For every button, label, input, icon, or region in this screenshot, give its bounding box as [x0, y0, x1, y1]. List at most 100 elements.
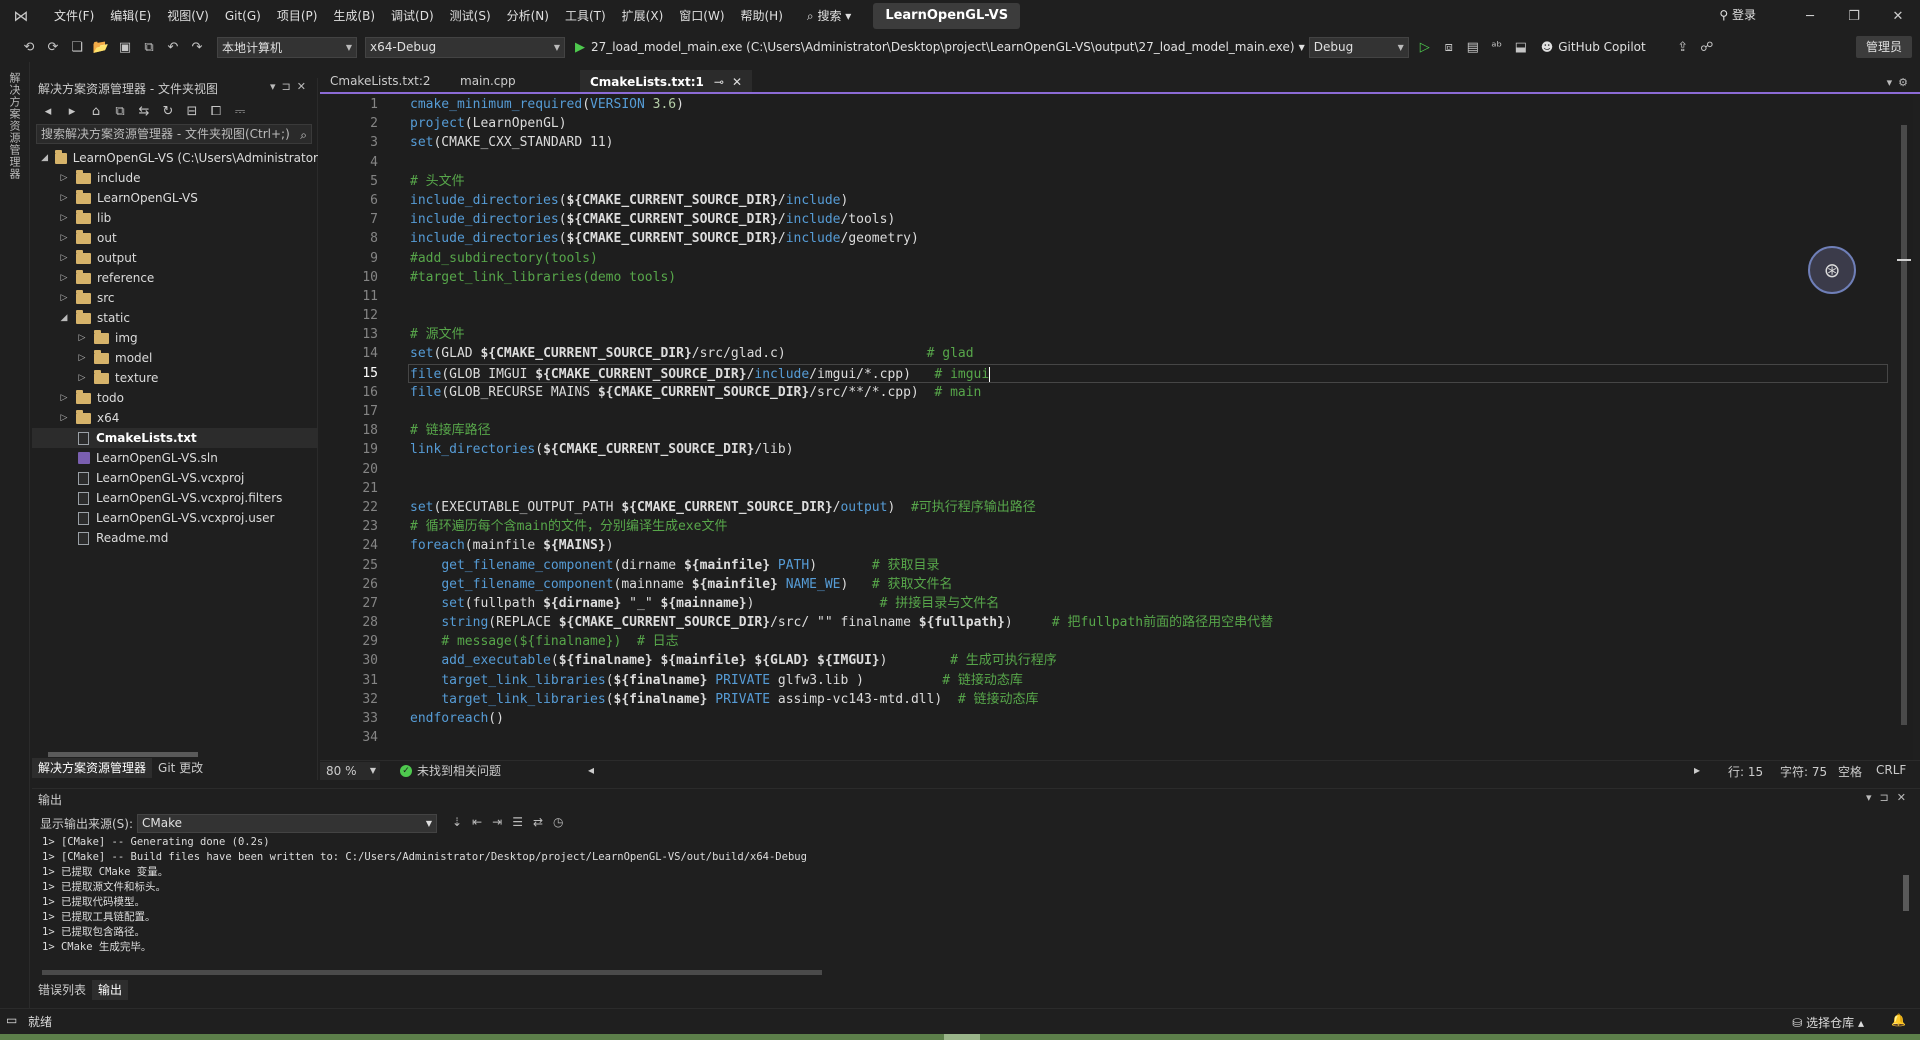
tab-error-list[interactable]: 错误列表: [32, 980, 92, 1000]
tree-item[interactable]: Readme.md: [32, 528, 318, 548]
chevron-right-icon[interactable]: ▷: [76, 353, 88, 363]
code-line[interactable]: include_directories(${CMAKE_CURRENT_SOUR…: [410, 191, 1890, 210]
menu-item[interactable]: 编辑(E): [102, 4, 159, 28]
scroll-thumb[interactable]: [1903, 875, 1909, 911]
undo-icon[interactable]: ↶: [162, 36, 184, 58]
start-without-debug-icon[interactable]: ▷: [1414, 36, 1436, 58]
code-line[interactable]: target_link_libraries(${finalname} PRIVA…: [410, 690, 1890, 709]
output-source-select[interactable]: CMake ▼: [137, 813, 438, 833]
scroll-right-icon[interactable]: ▸: [1694, 763, 1700, 777]
code-editor[interactable]: 1 2 3 4 5 6 7 8 9 10 11 12 13 14 15 16 17 18 19 20 21 22 23 24 2…: [320, 95, 1895, 760]
code-line[interactable]: file(GLOB_RECURSE MAINS ${CMAKE_CURRENT_…: [410, 383, 1890, 402]
menu-item[interactable]: 项目(P): [269, 4, 326, 28]
feedback-icon[interactable]: ☍: [1696, 36, 1718, 58]
collapse-all-icon[interactable]: ⊟: [181, 100, 203, 122]
find-message-icon[interactable]: ⇣: [452, 815, 462, 829]
refresh-icon[interactable]: ↻: [157, 100, 179, 122]
chevron-right-icon[interactable]: ▷: [58, 173, 70, 183]
code-line[interactable]: # 源文件: [410, 325, 1890, 344]
code-line[interactable]: # 链接库路径: [410, 421, 1890, 440]
output-vertical-scrollbar[interactable]: [1900, 835, 1912, 955]
tree-item[interactable]: CmakeLists.txt: [32, 428, 318, 448]
prev-message-icon[interactable]: ⇤: [472, 815, 482, 829]
code-line[interactable]: cmake_minimum_required(VERSION 3.6): [410, 95, 1890, 114]
home-icon[interactable]: ⌂: [85, 100, 107, 122]
tree-item[interactable]: ▷ out: [32, 228, 318, 248]
deploy-icon[interactable]: ⬓: [1510, 36, 1532, 58]
tab-output[interactable]: 输出: [92, 980, 129, 1000]
code-line[interactable]: set(fullpath ${dirname} "_" ${mainname})…: [410, 594, 1890, 613]
pin-icon[interactable]: ⊸: [714, 75, 724, 89]
spell-icon[interactable]: ᵃᵇ: [1486, 36, 1508, 58]
editor-vertical-scrollbar[interactable]: [1895, 95, 1913, 760]
tree-item[interactable]: ▷ todo: [32, 388, 318, 408]
chevron-right-icon[interactable]: ▷: [58, 213, 70, 223]
zoom-select[interactable]: 80 % ▼: [320, 761, 380, 780]
config-select[interactable]: Debug ▼: [1308, 36, 1409, 58]
chevron-right-icon[interactable]: ▷: [58, 393, 70, 403]
code-line[interactable]: set(EXECUTABLE_OUTPUT_PATH ${CMAKE_CURRE…: [410, 498, 1890, 517]
editor-tab[interactable]: CmakeLists.txt:1 ⊸ ✕: [580, 70, 753, 92]
login-button[interactable]: ⚲ 登录: [1719, 6, 1756, 23]
code-line[interactable]: [410, 306, 1890, 325]
code-line[interactable]: project(LearnOpenGL): [410, 114, 1890, 133]
scroll-left-icon[interactable]: ◂: [588, 763, 594, 777]
code-line[interactable]: include_directories(${CMAKE_CURRENT_SOUR…: [410, 210, 1890, 229]
copilot-button[interactable]: ☻ GitHub Copilot: [1541, 40, 1646, 54]
panel-window-controls[interactable]: ▾⊐✕: [270, 80, 312, 93]
tree-item[interactable]: LearnOpenGL-VS.vcxproj.user: [32, 508, 318, 528]
code-line[interactable]: string(REPLACE ${CMAKE_CURRENT_SOURCE_DI…: [410, 613, 1890, 632]
code-line[interactable]: target_link_libraries(${finalname} PRIVA…: [410, 671, 1890, 690]
column-indicator[interactable]: 字符: 75: [1780, 763, 1827, 780]
tree-item[interactable]: ▷ lib: [32, 208, 318, 228]
chevron-right-icon[interactable]: ▷: [58, 293, 70, 303]
output-horizontal-scrollbar[interactable]: [42, 967, 1892, 977]
close-icon[interactable]: ✕: [732, 75, 742, 89]
chevron-down-icon[interactable]: ◢: [58, 313, 70, 323]
line-indicator[interactable]: 行: 15: [1728, 763, 1763, 780]
tab-solution-explorer[interactable]: 解决方案资源管理器: [32, 758, 153, 778]
code-line[interactable]: link_directories(${CMAKE_CURRENT_SOURCE_…: [410, 440, 1890, 459]
code-line[interactable]: set(CMAKE_CXX_STANDARD 11): [410, 133, 1890, 152]
code-line[interactable]: [410, 460, 1890, 479]
tree-item[interactable]: ◢ LearnOpenGL-VS (C:\Users\Administrator: [32, 148, 318, 168]
indent-indicator[interactable]: 空格: [1838, 763, 1862, 780]
tree-item[interactable]: ▷ include: [32, 168, 318, 188]
menu-item[interactable]: 生成(B): [325, 4, 383, 28]
chevron-right-icon[interactable]: ▷: [58, 253, 70, 263]
code-line[interactable]: [410, 402, 1890, 421]
tree-item[interactable]: ▷ x64: [32, 408, 318, 428]
code-line[interactable]: #add_subdirectory(tools): [410, 249, 1890, 268]
open-folder-icon[interactable]: 📂: [90, 36, 112, 58]
restore-button[interactable]: ❐: [1832, 0, 1876, 32]
show-all-files-icon[interactable]: ⧠: [205, 100, 227, 122]
scroll-thumb[interactable]: [1901, 125, 1907, 725]
menu-item[interactable]: 工具(T): [557, 4, 614, 28]
code-line[interactable]: endforeach(): [410, 709, 1890, 728]
chevron-right-icon[interactable]: ▷: [76, 373, 88, 383]
save-all-icon[interactable]: ⧉: [138, 36, 160, 58]
notifications-bell-icon[interactable]: 🔔: [1891, 1013, 1906, 1027]
back-icon[interactable]: ◂: [37, 100, 59, 122]
search-button[interactable]: ⌕ 搜索 ▾: [799, 5, 859, 27]
menu-item[interactable]: 窗口(W): [671, 4, 732, 28]
chevron-right-icon[interactable]: ▷: [58, 413, 70, 423]
tree-item[interactable]: ▷ LearnOpenGL-VS: [32, 188, 318, 208]
code-line[interactable]: get_filename_component(dirname ${mainfil…: [410, 556, 1890, 575]
chevron-right-icon[interactable]: ▷: [58, 273, 70, 283]
redo-icon[interactable]: ↷: [186, 36, 208, 58]
scroll-thumb[interactable]: [42, 970, 822, 975]
code-line[interactable]: [410, 728, 1890, 747]
tree-item[interactable]: ▷ model: [32, 348, 318, 368]
tree-item[interactable]: ▷ src: [32, 288, 318, 308]
word-wrap-icon[interactable]: ⇄: [533, 815, 543, 829]
code-line[interactable]: get_filename_component(mainname ${mainfi…: [410, 575, 1890, 594]
platform-select[interactable]: x64-Debug ▼: [365, 36, 565, 58]
menu-item[interactable]: 视图(V): [159, 4, 217, 28]
menu-item[interactable]: 文件(F): [46, 4, 102, 28]
timestamp-icon[interactable]: ◷: [553, 815, 563, 829]
code-line[interactable]: # 循环遍历每个含main的文件，分别编译生成exe文件: [410, 517, 1890, 536]
code-line[interactable]: add_executable(${finalname} ${mainfile} …: [410, 651, 1890, 670]
copilot-badge-icon[interactable]: ⊛: [1808, 246, 1856, 294]
code-line[interactable]: file(GLOB IMGUI ${CMAKE_CURRENT_SOURCE_D…: [408, 363, 1888, 383]
